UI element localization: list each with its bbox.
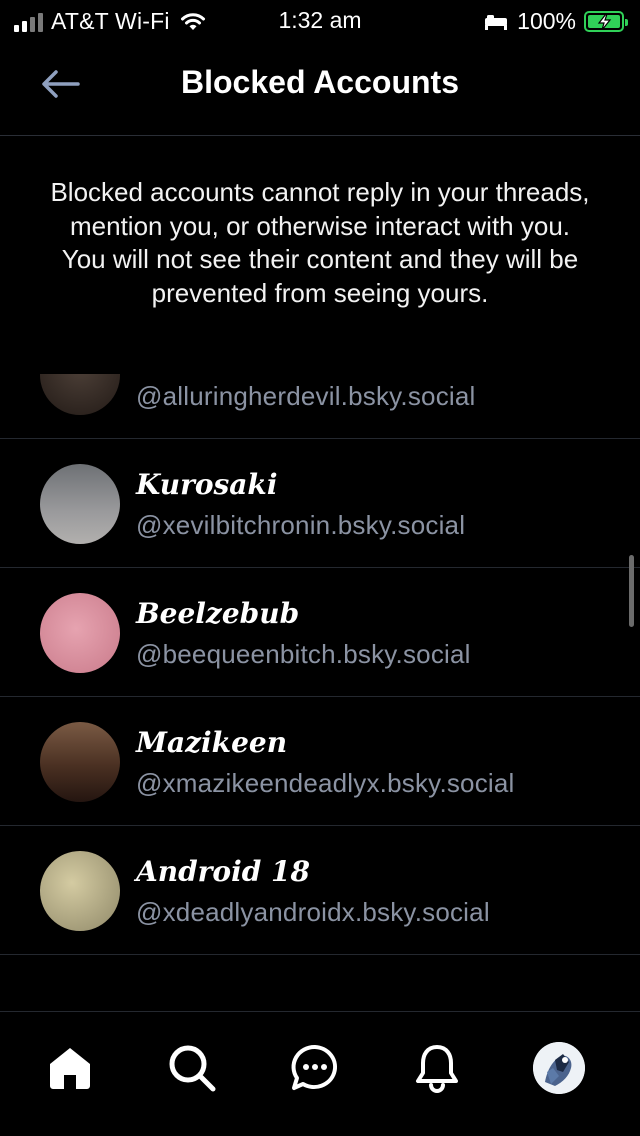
- account-handle: @beequeenbitch.bsky.social: [136, 639, 471, 669]
- account-handle: @alluringherdevil.bsky.social: [136, 381, 476, 411]
- tab-profile[interactable]: [531, 1040, 587, 1096]
- list-item[interactable]: Mazikeen @xmazikeendeadlyx.bsky.social: [0, 697, 640, 826]
- tab-home[interactable]: [42, 1040, 98, 1096]
- page-title: Blocked Accounts: [181, 64, 459, 100]
- avatar: [40, 722, 120, 802]
- battery-icon: [584, 11, 628, 32]
- list-item[interactable]: @alluringherdevil.bsky.social: [0, 374, 640, 439]
- battery-percentage: 100%: [517, 8, 576, 34]
- header: Blocked Accounts: [0, 42, 640, 136]
- avatar: [40, 374, 120, 415]
- search-icon: [169, 1045, 216, 1092]
- status-bar: AT&T Wi-Fi 1:32 am 100%: [0, 0, 640, 42]
- avatar: [40, 464, 120, 544]
- tab-notifications[interactable]: [409, 1040, 465, 1096]
- avatar: [40, 593, 120, 673]
- tab-search[interactable]: [164, 1040, 220, 1096]
- account-name: Beelzebub: [136, 597, 300, 630]
- chat-icon: [291, 1044, 338, 1090]
- bottom-tab-bar: [0, 1011, 640, 1136]
- account-name: Mazikeen: [136, 726, 288, 759]
- list-item[interactable]: Kurosaki @xevilbitchronin.bsky.social: [0, 439, 640, 568]
- sleep-focus-icon: [485, 14, 508, 30]
- blocked-accounts-list[interactable]: @alluringherdevil.bsky.social Kurosaki @…: [0, 374, 640, 1010]
- tab-chat[interactable]: [287, 1040, 343, 1096]
- scroll-indicator[interactable]: [629, 555, 634, 627]
- account-handle: @xdeadlyandroidx.bsky.social: [136, 897, 490, 927]
- account-handle: @xmazikeendeadlyx.bsky.social: [136, 768, 515, 798]
- account-name: Android 18: [136, 855, 311, 888]
- avatar: [40, 851, 120, 931]
- bell-icon: [416, 1045, 458, 1093]
- account-name: Kurosaki: [136, 468, 278, 501]
- status-right: 100%: [483, 8, 628, 35]
- account-handle: @xevilbitchronin.bsky.social: [136, 510, 466, 540]
- list-item[interactable]: Android 18 @xdeadlyandroidx.bsky.social: [0, 826, 640, 955]
- blocked-accounts-description: Blocked accounts cannot reply in your th…: [50, 177, 590, 308]
- profile-avatar: [533, 1042, 585, 1094]
- home-icon: [50, 1048, 90, 1089]
- list-item[interactable]: Beelzebub @beequeenbitch.bsky.social: [0, 568, 640, 697]
